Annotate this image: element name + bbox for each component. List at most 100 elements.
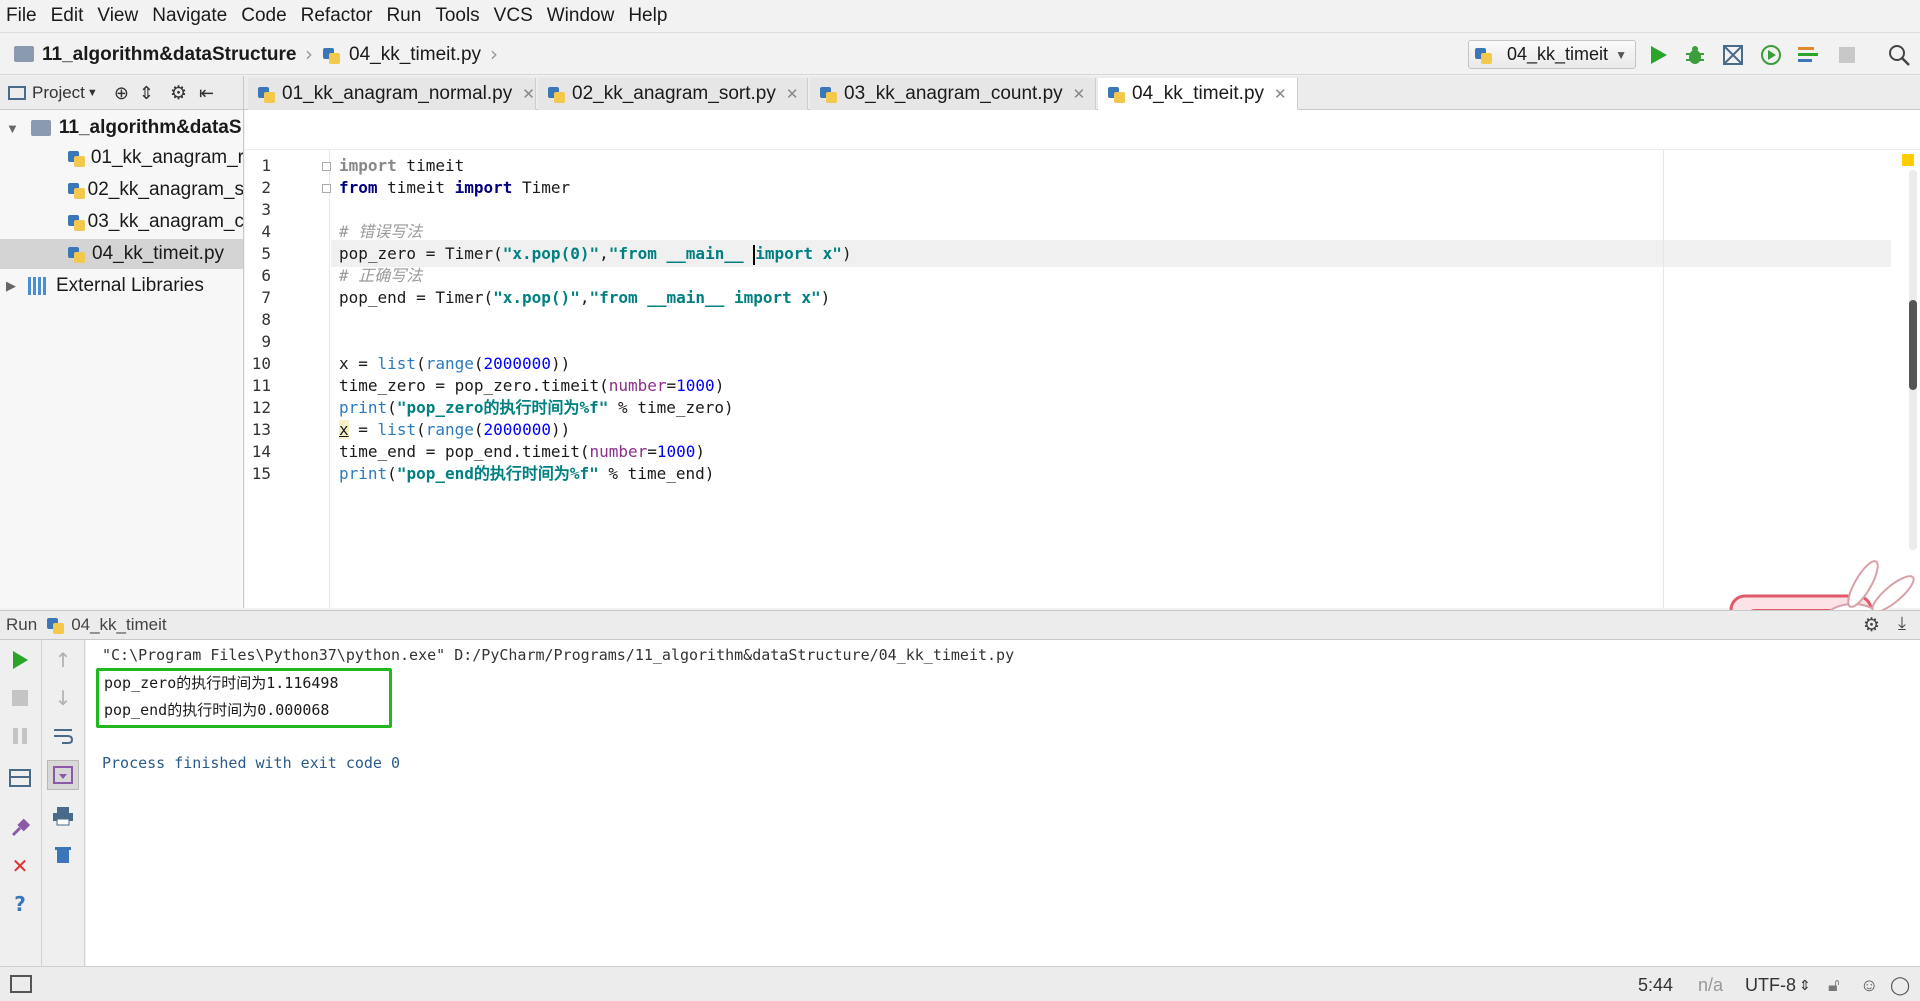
- tree-external-libraries[interactable]: ▶ External Libraries: [0, 271, 243, 301]
- tool-windows-icon[interactable]: [10, 975, 32, 993]
- tree-file-item[interactable]: 02_kk_anagram_s: [0, 175, 243, 205]
- stop-icon[interactable]: [1834, 42, 1860, 68]
- line-separator[interactable]: n/a: [1698, 975, 1723, 996]
- code-editor[interactable]: 1 2 3 4 5 6 7 8 9 10 11 12 13 14 15 import timeit from …: [245, 110, 1920, 684]
- code-token: import x": [755, 244, 842, 263]
- inspector-icon[interactable]: ☺: [1860, 975, 1878, 996]
- code-token: time_end = pop_end.timeit(: [339, 442, 590, 461]
- navigation-bar: 11_algorithm&dataStructure › 04_kk_timei…: [0, 34, 1920, 75]
- menu-item-run[interactable]: Run: [386, 5, 421, 27]
- run-panel-config[interactable]: 04_kk_timeit: [71, 615, 166, 635]
- code-token: list: [377, 420, 417, 439]
- expand-arrow-icon[interactable]: ▶: [6, 278, 16, 294]
- code-token: import: [339, 156, 397, 175]
- scroll-to-end-icon[interactable]: [47, 760, 79, 790]
- folder-icon: [14, 46, 34, 62]
- code-token: 1000: [676, 376, 715, 395]
- tab-label: 02_kk_anagram_sort.py: [572, 83, 776, 104]
- concurrency-icon[interactable]: [1796, 42, 1822, 68]
- hide-panel-icon[interactable]: ⇤: [199, 83, 214, 104]
- stop-icon[interactable]: [8, 686, 32, 710]
- caret-position[interactable]: 5:44: [1638, 975, 1673, 996]
- menu-item-navigate[interactable]: Navigate: [152, 5, 227, 27]
- notifications-icon[interactable]: ◯: [1890, 975, 1910, 996]
- run-with-coverage-icon[interactable]: [1720, 42, 1746, 68]
- code-token: 1000: [656, 442, 696, 461]
- soft-wrap-icon[interactable]: [51, 724, 75, 748]
- menu-item-edit[interactable]: Edit: [51, 5, 84, 27]
- code-line[interactable]: print("pop_end的执行时间为%f" % time_end): [339, 460, 714, 487]
- run-configuration-select[interactable]: 04_kk_timeit ▼: [1468, 40, 1636, 69]
- tab-02-kk-anagram-sort[interactable]: 02_kk_anagram_sort.py ✕: [538, 78, 808, 110]
- menu-item-help[interactable]: Help: [628, 5, 667, 27]
- print-icon[interactable]: [51, 804, 75, 828]
- code-token: print: [339, 398, 388, 417]
- hide-panel-icon[interactable]: ⤓: [1898, 613, 1906, 634]
- close-icon[interactable]: ✕: [8, 854, 32, 878]
- python-file-icon: [323, 46, 341, 64]
- code-line[interactable]: from timeit import Timer: [339, 174, 570, 201]
- profile-icon[interactable]: [1758, 42, 1784, 68]
- close-icon[interactable]: ✕: [1073, 85, 1086, 103]
- console-output-line: pop_zero的执行时间为1.116498: [104, 674, 339, 692]
- run-console[interactable]: "C:\Program Files\Python37\python.exe" D…: [86, 640, 1920, 966]
- trash-icon[interactable]: [51, 842, 75, 866]
- help-icon[interactable]: ?: [8, 892, 32, 916]
- tree-file-item-selected[interactable]: 04_kk_timeit.py: [0, 239, 243, 269]
- lock-icon[interactable]: 🔓︎: [1828, 975, 1840, 996]
- collapse-all-icon[interactable]: ⇕: [139, 83, 154, 104]
- chevron-down-icon: ▼: [1615, 48, 1627, 62]
- pin-icon[interactable]: [8, 816, 32, 840]
- close-icon[interactable]: ✕: [522, 85, 535, 103]
- code-token: ): [714, 376, 725, 395]
- arrow-down-icon[interactable]: ↓: [51, 686, 75, 710]
- gear-icon[interactable]: ⚙: [170, 82, 187, 105]
- project-view-select[interactable]: Project: [32, 83, 85, 103]
- rerun-icon[interactable]: [8, 648, 32, 672]
- code-area[interactable]: import timeit from timeit import Timer # 错…: [331, 150, 1891, 608]
- run-icon[interactable]: [1645, 42, 1671, 68]
- file-encoding[interactable]: UTF-8: [1745, 975, 1796, 996]
- tree-root-folder[interactable]: ▼ 11_algorithm&dataS: [0, 113, 243, 143]
- code-token: range: [425, 354, 474, 373]
- arrow-up-icon[interactable]: ↑: [51, 648, 75, 672]
- debug-icon[interactable]: [1682, 42, 1708, 68]
- gear-icon[interactable]: ⚙: [1863, 614, 1880, 637]
- search-icon[interactable]: [1886, 42, 1912, 68]
- run-panel-header: Run 04_kk_timeit ⚙ ⤓: [0, 610, 1920, 640]
- tab-label: 04_kk_timeit.py: [1132, 82, 1265, 104]
- close-icon[interactable]: ✕: [1274, 85, 1287, 103]
- tab-03-kk-anagram-count[interactable]: 03_kk_anagram_count.py ✕: [810, 78, 1096, 110]
- chevron-down-icon: ▼: [86, 87, 98, 99]
- console-output-line: pop_end的执行时间为0.000068: [104, 701, 330, 719]
- menu-item-refactor[interactable]: Refactor: [301, 5, 373, 27]
- fold-marker-icon[interactable]: [322, 184, 331, 193]
- menu-item-vcs[interactable]: VCS: [494, 5, 533, 27]
- locate-icon[interactable]: ⊕: [114, 83, 129, 104]
- restore-layout-icon[interactable]: [8, 766, 32, 790]
- tab-01-kk-anagram-normal[interactable]: 01_kk_anagram_normal.py ✕: [248, 78, 536, 110]
- menu-item-view[interactable]: View: [97, 5, 138, 27]
- code-line[interactable]: pop_end = Timer("x.pop()","from __main__…: [339, 284, 830, 311]
- editor-scroll-thumb[interactable]: [1909, 300, 1917, 390]
- menu-item-tools[interactable]: Tools: [435, 5, 479, 27]
- breadcrumb-project[interactable]: 11_algorithm&dataStructure: [42, 44, 296, 66]
- breadcrumb-separator-icon: ›: [490, 42, 498, 66]
- menu-item-file[interactable]: File: [6, 5, 37, 27]
- pause-icon[interactable]: [8, 724, 32, 748]
- tab-04-kk-timeit[interactable]: 04_kk_timeit.py ✕: [1098, 78, 1298, 110]
- code-token: "x.pop(0)": [502, 244, 600, 263]
- code-token: =: [647, 442, 657, 461]
- fold-marker-icon[interactable]: [322, 162, 331, 171]
- expand-arrow-icon[interactable]: ▼: [6, 121, 19, 136]
- editor-tab-bar: Project ▼ ⊕ ⇕ ⚙ ⇤ 01_kk_anagram_normal.p…: [0, 76, 1920, 110]
- menu-item-window[interactable]: Window: [547, 5, 615, 27]
- close-icon[interactable]: ✕: [786, 85, 799, 103]
- code-token: ,: [599, 244, 609, 263]
- breadcrumb-file[interactable]: 04_kk_timeit.py: [349, 44, 481, 66]
- python-file-icon: [1108, 85, 1126, 103]
- menu-item-code[interactable]: Code: [241, 5, 286, 27]
- warning-marker-icon[interactable]: [1902, 154, 1914, 166]
- tree-file-item[interactable]: 01_kk_anagram_r: [0, 143, 243, 173]
- tree-file-item[interactable]: 03_kk_anagram_c: [0, 207, 243, 237]
